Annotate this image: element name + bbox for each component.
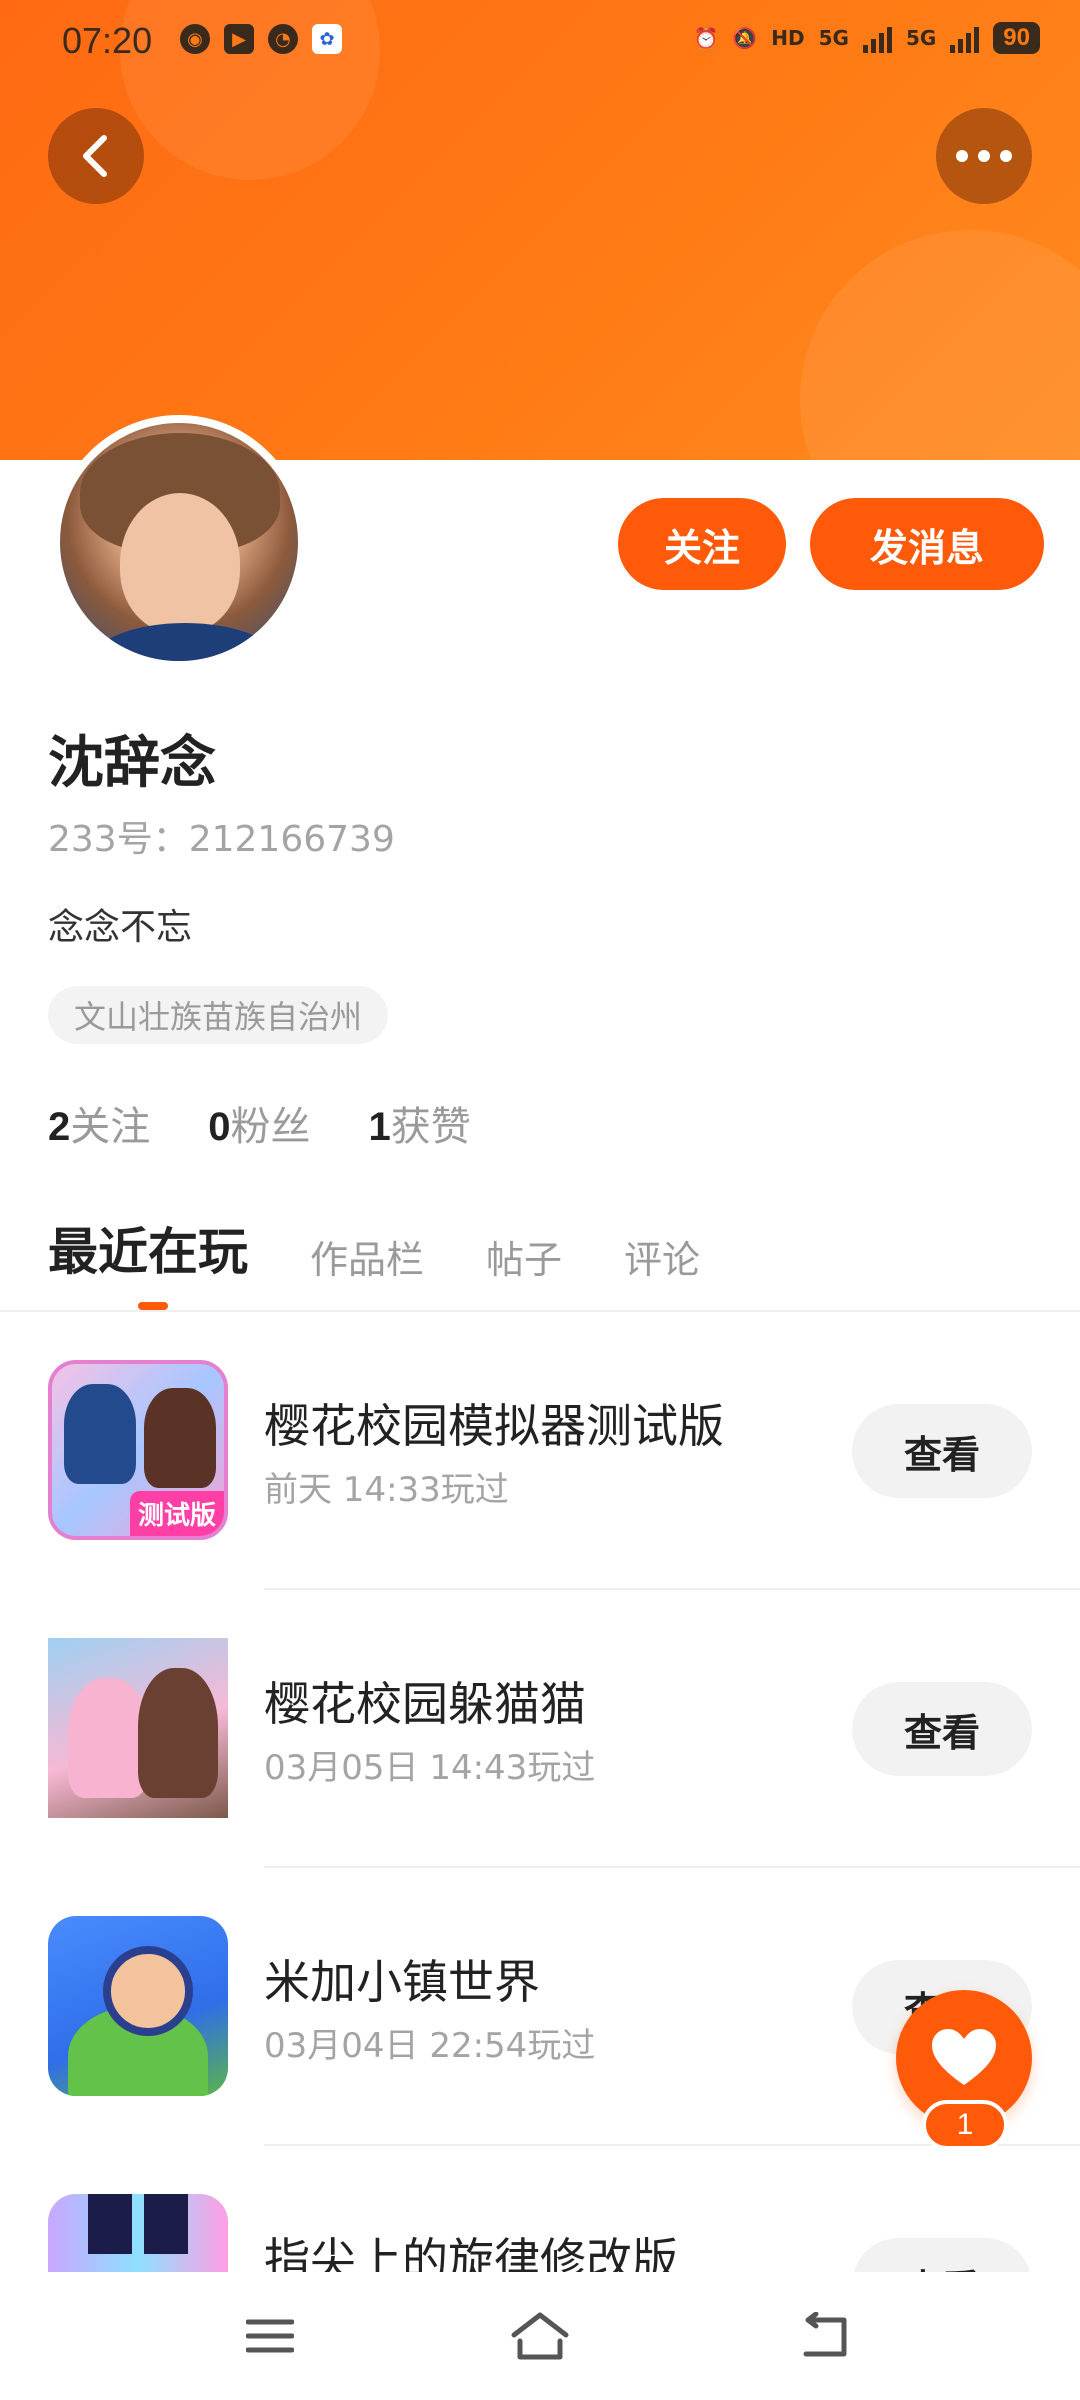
tab-active-indicator <box>138 1302 168 1310</box>
game-icon <box>48 1638 228 1818</box>
stat-followers[interactable]: 0粉丝 <box>208 1094 310 1152</box>
video-app-icon: ▶ <box>224 24 254 54</box>
list-item[interactable]: 樱花校园躲猫猫 03月05日 14:43玩过 查看 <box>0 1590 1080 1868</box>
tab-comments[interactable]: 评论 <box>624 1229 700 1284</box>
game-icon <box>48 2194 228 2272</box>
more-icon <box>956 150 1012 162</box>
stat-following[interactable]: 2关注 <box>48 1094 150 1152</box>
tab-works[interactable]: 作品栏 <box>310 1229 424 1284</box>
stat-likes[interactable]: 1获赞 <box>369 1094 471 1152</box>
game-icon <box>48 1916 228 2096</box>
like-count-badge: 1 <box>922 2100 1008 2150</box>
recent-games-list: 测试版 樱花校园模拟器测试版 前天 14:33玩过 查看 樱花校园躲猫猫 03月… <box>0 1312 1080 2272</box>
status-time: 07:20 <box>62 20 153 61</box>
game-icon: 测试版 <box>48 1360 228 1540</box>
tab-posts[interactable]: 帖子 <box>486 1229 562 1284</box>
send-message-button[interactable]: 发消息 <box>810 498 1044 590</box>
game-title: 米加小镇世界 <box>264 1955 540 2009</box>
location-tag: 文山壮族苗族自治州 <box>48 986 389 1044</box>
view-button[interactable]: 查看 <box>852 1404 1032 1498</box>
home-icon <box>511 2312 569 2360</box>
more-button[interactable] <box>936 108 1032 204</box>
game-title: 樱花校园躲猫猫 <box>264 1677 586 1731</box>
speed-icon: ◔ <box>268 24 298 54</box>
profile-name: 沈辞念 <box>48 731 216 796</box>
profile-uid: 233号：212166739 <box>48 819 395 860</box>
signal-icon-2 <box>950 23 980 53</box>
nav-back-button[interactable] <box>792 2308 856 2364</box>
game-played-time: 前天 14:33玩过 <box>264 1470 509 1510</box>
test-version-badge: 测试版 <box>129 1491 224 1536</box>
hd-indicator: HD <box>771 26 805 50</box>
menu-icon <box>246 2319 294 2353</box>
network-5g-2: 5G <box>905 26 937 50</box>
list-item[interactable]: 测试版 樱花校园模拟器测试版 前天 14:33玩过 查看 <box>0 1312 1080 1590</box>
game-title: 樱花校园模拟器测试版 <box>264 1399 724 1453</box>
game-played-time: 03月05日 14:43玩过 <box>264 1748 596 1788</box>
alarm-icon: ⏰ <box>693 26 719 50</box>
baidu-icon: ✿ <box>312 24 342 54</box>
system-nav-bar <box>0 2272 1080 2400</box>
hotspot-icon: ◉ <box>180 24 210 54</box>
heart-icon <box>932 2029 996 2085</box>
profile-tabs: 最近在玩 作品栏 帖子 评论 <box>48 1212 700 1284</box>
game-title: 指尖上的旋律修改版 <box>264 2233 678 2272</box>
chevron-left-icon <box>83 135 107 177</box>
profile-bio: 念念不忘 <box>48 907 193 948</box>
game-played-time: 03月04日 22:54玩过 <box>264 2026 596 2066</box>
profile-stats: 2关注 0粉丝 1获赞 <box>48 1094 471 1152</box>
status-bar: 07:20 ◉ ▶ ◔ ✿ ⏰ 🔕 HD 5G 5G 90 <box>0 0 1080 84</box>
back-icon <box>803 2312 847 2357</box>
nav-menu-button[interactable] <box>238 2308 302 2364</box>
view-button[interactable]: 查看 <box>852 2238 1032 2272</box>
follow-button[interactable]: 关注 <box>618 498 786 590</box>
battery-indicator: 90 <box>993 22 1040 54</box>
signal-icon-1 <box>862 23 892 53</box>
back-button[interactable] <box>48 108 144 204</box>
network-5g-1: 5G <box>818 26 849 50</box>
avatar[interactable] <box>52 415 306 669</box>
view-button[interactable]: 查看 <box>852 1682 1032 1776</box>
tab-recently-played[interactable]: 最近在玩 <box>48 1212 248 1284</box>
nav-home-button[interactable] <box>508 2308 572 2364</box>
mute-icon: 🔕 <box>732 26 758 50</box>
list-item[interactable]: 指尖上的旋律修改版 查看 <box>0 2146 1080 2272</box>
